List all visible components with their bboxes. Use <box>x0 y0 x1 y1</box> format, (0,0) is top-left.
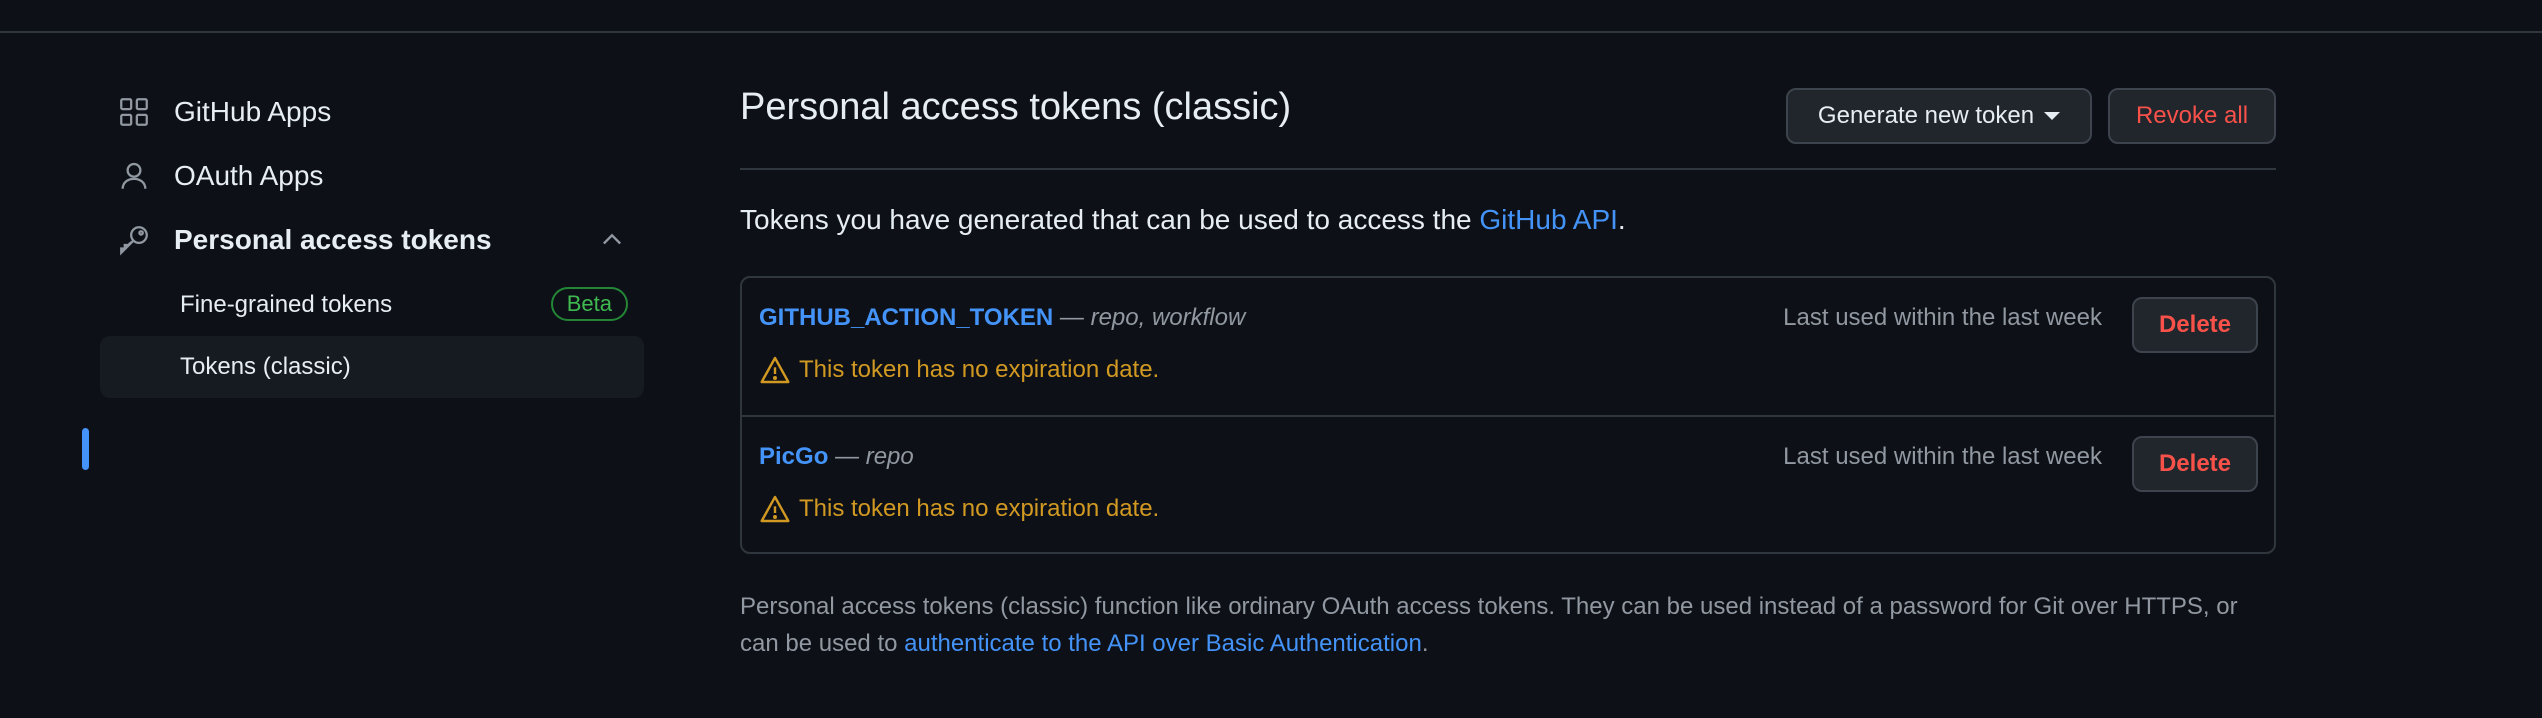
intro-text-end: . <box>1617 204 1626 235</box>
sidebar-sub-item-label: Fine-grained tokens <box>180 291 393 318</box>
expiration-warning: This token has no expiration date. <box>759 354 1159 386</box>
token-scopes: — repo, workflow <box>1053 304 1246 331</box>
token-list: GITHUB_ACTION_TOKEN — repo, workflow Thi… <box>740 276 2276 554</box>
token-title: GITHUB_ACTION_TOKEN — repo, workflow <box>759 304 1245 332</box>
expiration-warning-text: This token has no expiration date. <box>799 356 1160 383</box>
last-used-text: Last used within the last week <box>1783 443 2102 470</box>
key-icon <box>114 220 154 260</box>
alert-icon <box>760 356 790 384</box>
token-name-link[interactable]: GITHUB_ACTION_TOKEN <box>759 304 1053 331</box>
delete-token-button[interactable]: Delete <box>2132 436 2258 492</box>
chevron-up-icon[interactable] <box>598 226 626 254</box>
intro-text: Tokens you have generated that can be us… <box>740 204 1626 236</box>
generate-new-token-label: Generate new token <box>1817 102 2035 129</box>
active-indicator <box>82 428 89 470</box>
beta-badge: Beta <box>550 287 628 321</box>
sidebar-sub-item-label: Tokens (classic) <box>180 353 351 380</box>
token-title: PicGo — repo <box>759 443 914 471</box>
caret-down-icon <box>2044 112 2061 120</box>
token-row: GITHUB_ACTION_TOKEN — repo, workflow Thi… <box>742 278 2274 417</box>
expiration-warning-text: This token has no expiration date. <box>799 495 1160 522</box>
page-title: Personal access tokens (classic) <box>740 86 1292 128</box>
revoke-all-button[interactable]: Revoke all <box>2108 88 2276 144</box>
generate-new-token-button[interactable]: Generate new token <box>1786 88 2092 144</box>
delete-token-button[interactable]: Delete <box>2132 297 2258 353</box>
alert-icon <box>760 495 790 523</box>
sidebar-item-github-apps[interactable]: GitHub Apps <box>84 84 644 140</box>
sidebar-item-fine-grained-tokens[interactable]: Fine-grained tokens Beta <box>100 274 644 336</box>
sidebar-item-personal-access-tokens[interactable]: Personal access tokens <box>84 212 644 268</box>
top-divider <box>0 0 2542 33</box>
token-row: PicGo — repo This token has no expiratio… <box>742 417 2274 554</box>
footer-note-end: . <box>1421 630 1429 657</box>
token-name-link[interactable]: PicGo <box>759 443 828 470</box>
token-scopes: — repo <box>828 443 914 470</box>
github-api-link[interactable]: GitHub API <box>1479 204 1618 235</box>
expiration-warning: This token has no expiration date. <box>759 493 1159 525</box>
last-used-text: Last used within the last week <box>1783 304 2102 331</box>
header-divider <box>740 168 2276 170</box>
person-icon <box>114 156 154 196</box>
sidebar-item-oauth-apps[interactable]: OAuth Apps <box>84 148 644 204</box>
sidebar-item-tokens-classic[interactable]: Tokens (classic) <box>100 336 644 398</box>
sidebar-item-label: Personal access tokens <box>174 224 492 255</box>
basic-auth-link[interactable]: authenticate to the API over Basic Authe… <box>904 630 1422 657</box>
sidebar-item-label: OAuth Apps <box>174 160 324 191</box>
intro-text-body: Tokens you have generated that can be us… <box>740 204 1480 235</box>
footer-note: Personal access tokens (classic) functio… <box>740 588 2276 662</box>
sidebar-item-label: GitHub Apps <box>174 96 332 127</box>
apps-grid-icon <box>114 92 154 132</box>
